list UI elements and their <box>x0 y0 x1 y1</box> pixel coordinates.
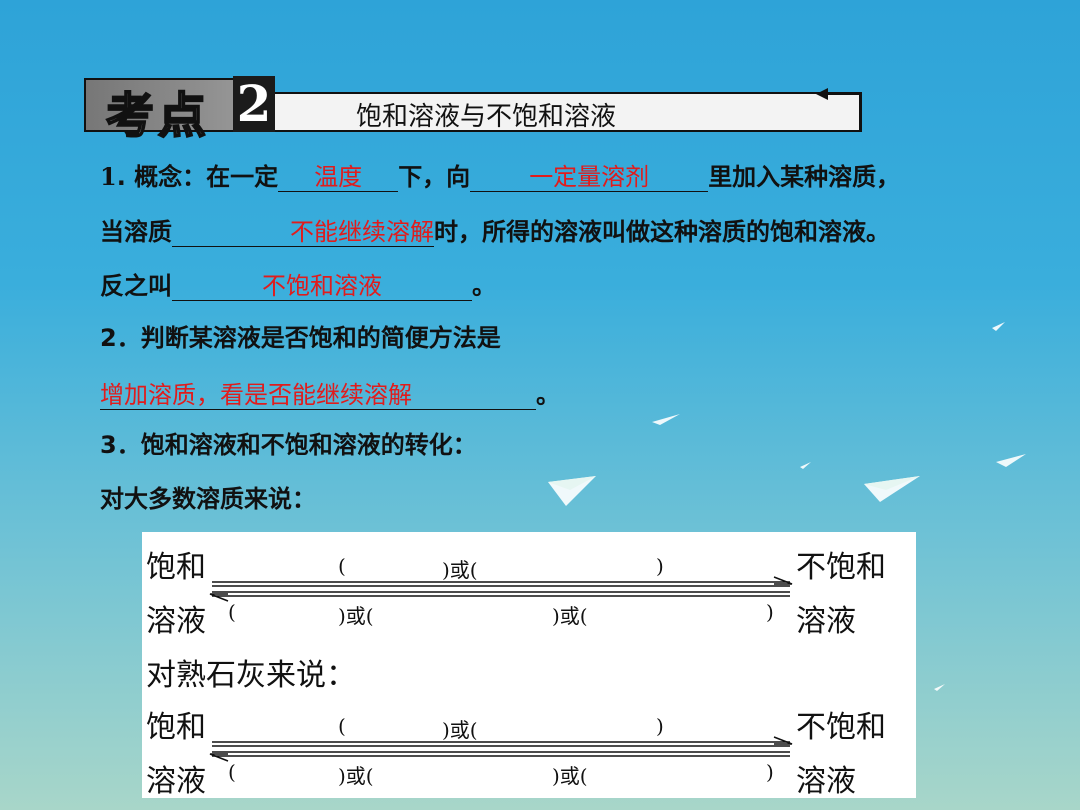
bracket-close: ) <box>656 714 664 738</box>
header-title: 饱和溶液与不饱和溶液 <box>356 102 617 132</box>
answer-blank: 一定量溶剂 <box>470 157 709 192</box>
bracket-open: ( <box>228 600 236 624</box>
conversion-panel: 饱和 溶液 不饱和 溶液 ( )或( ) ( )或( )或( ) 对熟石灰来说：… <box>142 532 916 799</box>
text: 里加入某种溶质， <box>708 163 901 191</box>
slaked-lime-label: 对熟石灰来说： <box>146 658 356 693</box>
unsaturated-label: 不饱和 <box>796 550 886 585</box>
question-line-2: 2．判断某溶液是否饱和的简便方法是 <box>100 324 501 352</box>
paper-plane-icon <box>996 454 1026 467</box>
solution-label: 溶液 <box>146 764 206 799</box>
item-number: 1 <box>100 162 117 191</box>
answer-blank: 不饱和溶液 <box>172 266 472 301</box>
bracket-or: )或( <box>552 604 588 628</box>
slide: 考点 2 饱和溶液与不饱和溶液 1. 概念：在一定 温度 下，向 一定量溶剂 里加入某种… <box>0 0 1080 810</box>
concept-line-2: 当溶质 不能继续溶解时，所得的溶液叫做这种溶质的饱和溶液。 <box>100 212 890 252</box>
header-badge-text: 考点 <box>105 87 211 145</box>
bracket-or: )或( <box>552 764 588 788</box>
text: 下，向 <box>398 163 471 191</box>
bracket-open: ( <box>228 760 236 784</box>
saturated-label: 饱和 <box>146 710 206 745</box>
text: 反之叫 <box>100 272 172 300</box>
saturated-label: 饱和 <box>146 550 206 585</box>
text: 时，所得的溶液叫做这种溶质的饱和溶液。 <box>434 218 890 246</box>
unsaturated-label: 不饱和 <box>796 710 886 745</box>
paper-plane-icon <box>548 476 596 506</box>
bracket-open: ( <box>338 714 346 738</box>
bracket-or: )或( <box>338 604 374 628</box>
question-line-3: 3．饱和溶液和不饱和溶液的转化： <box>100 431 477 459</box>
paper-plane-icon <box>800 462 811 469</box>
paper-plane-icon <box>864 476 920 502</box>
text: 。 <box>536 381 560 409</box>
question-line-4: 对大多数溶质来说： <box>100 485 316 513</box>
concept-line-1: 1. 概念：在一定 温度 下，向 一定量溶剂 里加入某种溶质， <box>100 157 900 197</box>
answer-line-2: 增加溶质，看是否能继续溶解。 <box>100 375 560 415</box>
bracket-close: ) <box>766 600 774 624</box>
solution-label: 溶液 <box>796 764 856 799</box>
answer-blank: 温度 <box>278 157 399 192</box>
conversion-arrows-icon <box>209 576 793 602</box>
text: 当溶质 <box>100 218 172 246</box>
return-arrow-icon[interactable] <box>812 82 864 132</box>
paper-plane-icon <box>992 322 1005 331</box>
bracket-close: ) <box>656 554 664 578</box>
conversion-arrows-icon <box>209 736 793 762</box>
bracket-or: )或( <box>338 764 374 788</box>
header-number: 2 <box>233 76 275 132</box>
answer-blank: 增加溶质，看是否能继续溶解 <box>100 375 536 410</box>
bracket-open: ( <box>338 554 346 578</box>
paper-plane-icon <box>652 414 680 425</box>
paper-plane-icon <box>934 684 945 691</box>
answer-blank: 不能继续溶解 <box>172 212 434 247</box>
text: . 概念：在一定 <box>116 163 279 191</box>
solution-label: 溶液 <box>146 604 206 639</box>
text: 。 <box>472 272 496 300</box>
concept-line-3: 反之叫 不饱和溶液。 <box>100 266 496 306</box>
bracket-close: ) <box>766 760 774 784</box>
solution-label: 溶液 <box>796 604 856 639</box>
